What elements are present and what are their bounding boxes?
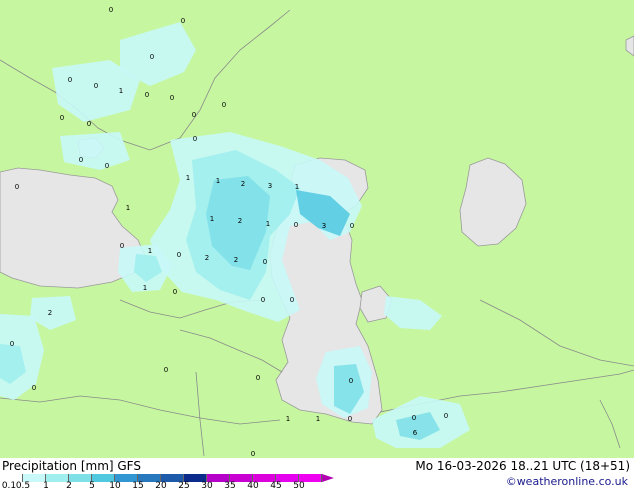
precip-label: 0 [256, 374, 260, 382]
precip-label: 1 [148, 247, 152, 255]
precip-label: 2 [48, 309, 52, 317]
precip-label: 1 [266, 220, 270, 228]
precip-label: 0 [109, 6, 113, 14]
precip-label: 0 [181, 17, 185, 25]
precip-label: 0 [10, 340, 14, 348]
precip-label: 1 [316, 415, 320, 423]
precip-label: 0 [79, 156, 83, 164]
precip-label: 0 [87, 120, 91, 128]
precip-label: 0 [263, 258, 267, 266]
precip-label: 0 [68, 76, 72, 84]
precip-label: 6 [413, 429, 418, 437]
precip-label: 3 [322, 222, 326, 230]
map-view: 0 0 0 0 1 0 0 0 0 0 0 0 0 0 0 0 1 1 2 3 … [0, 0, 634, 491]
precip-label: 0 [164, 366, 168, 374]
precip-label: 2 [205, 254, 209, 262]
precip-label: 1 [143, 284, 147, 292]
precip-label: 2 [238, 217, 242, 225]
precip-label: 0 [290, 296, 294, 304]
legend-bar: Precipitation [mm] GFS Mo 16-03-2026 18.… [0, 458, 634, 491]
precip-label: 0 [120, 242, 124, 250]
precip-label: 0 [32, 384, 36, 392]
precip-label: 0 [350, 222, 354, 230]
legend-title: Precipitation [mm] GFS [2, 459, 141, 473]
precip-label: 0 [94, 82, 98, 90]
precip-label: 0 [251, 450, 255, 458]
credit-link[interactable]: ©weatheronline.co.uk [506, 475, 628, 488]
precip-label: 0 [261, 296, 265, 304]
precip-label: 0 [222, 101, 226, 109]
precip-label: 1 [295, 183, 299, 191]
precip-label: 0 [193, 135, 197, 143]
precip-label: 0 [444, 412, 448, 420]
precip-label: 0 [349, 377, 353, 385]
precip-label: 0 [294, 221, 298, 229]
precip-label: 0 [105, 162, 109, 170]
precip-label: 0 [145, 91, 149, 99]
precipitation-map: 0 0 0 0 1 0 0 0 0 0 0 0 0 0 0 0 1 1 2 3 … [0, 0, 634, 458]
precip-label: 1 [119, 87, 123, 95]
forecast-datetime: Mo 16-03-2026 18..21 UTC (18+51) [415, 459, 630, 473]
precip-label: 0 [192, 111, 196, 119]
precip-label: 1 [216, 177, 220, 185]
precip-label: 0 [348, 415, 352, 423]
precip-label: 0 [412, 414, 416, 422]
precip-label: 0 [60, 114, 64, 122]
precip-label: 1 [126, 204, 130, 212]
precip-label: 3 [268, 182, 272, 190]
precip-label: 0 [15, 183, 19, 191]
precip-label: 1 [286, 415, 290, 423]
precip-label: 1 [186, 174, 190, 182]
precip-label: 1 [210, 215, 214, 223]
precip-label: 0 [170, 94, 174, 102]
precip-label: 0 [173, 288, 177, 296]
precip-label: 0 [150, 53, 154, 61]
precip-label: 2 [234, 256, 238, 264]
precip-label: 0 [177, 251, 181, 259]
precip-label: 2 [241, 180, 245, 188]
